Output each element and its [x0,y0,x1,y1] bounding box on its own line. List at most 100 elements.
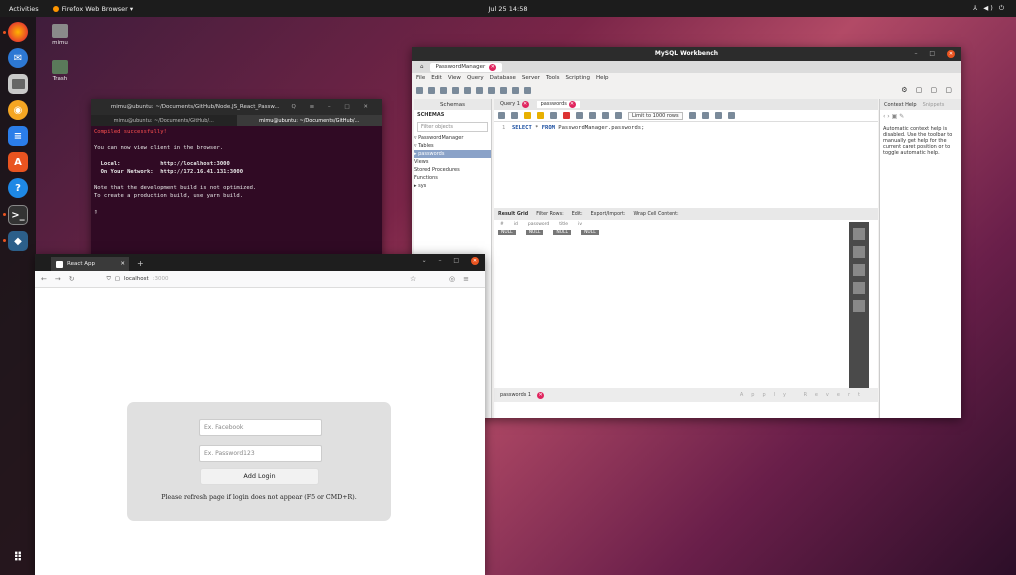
find-icon[interactable] [701,112,709,119]
open-inspector-icon[interactable] [440,86,447,94]
close-icon[interactable]: ✕ [537,391,545,399]
terminal-titlebar[interactable]: mimu@ubuntu: ~/Documents/GitHub/Node.JS_… [91,99,382,115]
menu-help[interactable]: Help [596,75,609,81]
add-login-button[interactable]: Add Login [200,468,319,485]
firefox-icon[interactable] [8,22,28,42]
tree-node-tables[interactable]: ▿ Tables [414,142,491,150]
table-cell[interactable]: NULL [553,230,572,235]
table-cell[interactable]: NULL [498,230,516,235]
software-icon[interactable]: A [8,152,28,172]
tree-node-sys[interactable]: ▸ sys [414,182,491,190]
app-menu[interactable]: Firefox Web Browser ▾ [52,5,133,13]
browser-tab[interactable]: React App ✕ [51,257,129,271]
autocommit-icon[interactable] [615,112,622,119]
firefox-window[interactable]: React App ✕ + ⌄ – □ ✕ ← → ↻ ⛉ ▢ localhost:3… [35,254,485,575]
hamburger-menu-icon[interactable]: ≡ [463,275,477,283]
url-bar[interactable]: ⛉ ▢ localhost:3000 [107,276,169,283]
writer-icon[interactable]: ≡ [8,126,28,146]
menu-server[interactable]: Server [522,75,540,81]
query-tab[interactable]: Query 1 ✕ [500,101,529,108]
back-icon[interactable]: ← [41,275,47,283]
bookmark-star-icon[interactable]: ☆ [410,275,416,283]
mysql-workbench-icon[interactable]: ◆ [8,231,28,251]
column-header[interactable]: # [500,222,504,227]
show-apps-icon[interactable]: ⠿ [8,547,28,567]
files-icon[interactable] [8,74,28,94]
tree-node-views[interactable]: Views [414,158,491,166]
terminal-tab-2[interactable]: mimu@ubuntu: ~/Documents/GitHub/... [236,115,382,126]
column-header[interactable]: iv [578,222,582,227]
close-icon[interactable]: ✕ [489,63,497,71]
clock[interactable]: Jul 25 14:58 [0,5,1016,13]
workbench-titlebar[interactable]: MySQL Workbench – □ ✕ [412,47,961,61]
save-icon[interactable] [511,112,518,119]
window-controls[interactable]: ⌄ – □ ✕ [422,257,479,265]
wrap-icon[interactable] [727,112,735,119]
tree-node-passwords[interactable]: ▸ passwords [414,150,491,158]
help-icon[interactable]: ? [8,178,28,198]
column-header[interactable]: id [514,222,518,227]
wrap-cell-content-label[interactable]: Wrap Cell Content: [633,212,678,217]
create-procedure-icon[interactable] [488,86,495,94]
column-header[interactable]: password [528,222,549,227]
activities-button[interactable]: Activities [9,5,39,13]
new-tab-icon[interactable]: + [137,259,144,268]
menu-tools[interactable]: Tools [546,75,560,81]
stop-icon[interactable] [563,112,570,119]
reload-icon[interactable]: ↻ [69,275,75,283]
shield-icon[interactable]: ⛉ [107,276,111,283]
window-controls[interactable]: – □ ✕ [915,47,955,61]
menu-view[interactable]: View [448,75,461,81]
search-table-icon[interactable] [512,86,519,94]
thunderbird-icon[interactable]: ✉ [8,48,28,68]
query-stats-icon[interactable] [853,282,865,294]
field-types-icon[interactable] [853,264,865,276]
window-controls[interactable]: Q ≡ – □ ✕ [292,104,375,110]
tree-node-stored-procedures[interactable]: Stored Procedures [414,166,491,174]
terminal-output[interactable]: Compiled successfully! You can now view … [91,126,382,218]
menu-database[interactable]: Database [490,75,516,81]
rollback-icon[interactable] [602,112,609,119]
revert-button[interactable]: Revert [804,392,868,398]
invisible-chars-icon[interactable] [714,112,722,119]
snippets-tab[interactable]: Snippets [923,102,945,108]
column-header[interactable]: title [559,222,568,227]
execution-plan-icon[interactable] [853,300,865,312]
create-schema-icon[interactable] [452,86,459,94]
apply-button[interactable]: Apply [740,392,794,398]
connection-tab[interactable]: PasswordManager ✕ [429,62,503,72]
context-help-tab[interactable]: Context Help [884,102,917,108]
terminal-icon[interactable]: >_ [8,205,28,225]
result-grid-icon[interactable] [853,228,865,240]
table-cell[interactable]: NULL [525,230,544,235]
limit-rows-select[interactable]: Limit to 1000 rows [628,111,683,120]
terminal-window[interactable]: mimu@ubuntu: ~/Documents/GitHub/Node.JS_… [91,99,382,261]
passwords-tab[interactable]: passwords ✕ [536,101,580,108]
table-row[interactable]: NULL NULL NULL NULL [494,229,878,236]
filter-objects-input[interactable]: Filter objects [417,122,488,132]
terminal-tab-1[interactable]: mimu@ubuntu: ~/Documents/GitHub/... [91,115,237,126]
beautify-icon[interactable] [688,112,696,119]
close-icon[interactable]: ✕ [568,101,576,108]
sql-editor[interactable]: 1 SELECT * FROM PasswordManager.password… [494,122,878,180]
open-file-icon[interactable] [498,112,505,119]
page-info-icon[interactable]: ▢ [115,276,120,282]
new-sql-tab-icon[interactable] [416,86,423,94]
trash-desktop-icon[interactable]: Trash [40,60,80,82]
tree-node-passwordmanager[interactable]: ▿ PasswordManager [414,134,491,142]
system-tray[interactable]: ⅄ ◀) ⏻ [973,4,1006,13]
menu-edit[interactable]: Edit [431,75,442,81]
close-tab-icon[interactable]: ✕ [120,261,125,267]
close-icon[interactable]: ✕ [521,101,529,108]
rhythmbox-icon[interactable]: ◉ [8,100,28,120]
help-nav-icons[interactable]: ‹ › ▣ ✎ [880,110,961,123]
site-name-input[interactable]: Ex. Facebook [199,419,322,436]
home-icon[interactable]: ⌂ [420,64,424,70]
create-view-icon[interactable] [476,86,483,94]
forward-icon[interactable]: → [55,275,61,283]
execute-current-icon[interactable] [537,112,544,119]
password-input[interactable]: Ex. Password123 [199,445,322,462]
tree-node-functions[interactable]: Functions [414,174,491,182]
result-grid-label[interactable]: Result Grid [498,212,528,217]
menu-query[interactable]: Query [467,75,484,81]
